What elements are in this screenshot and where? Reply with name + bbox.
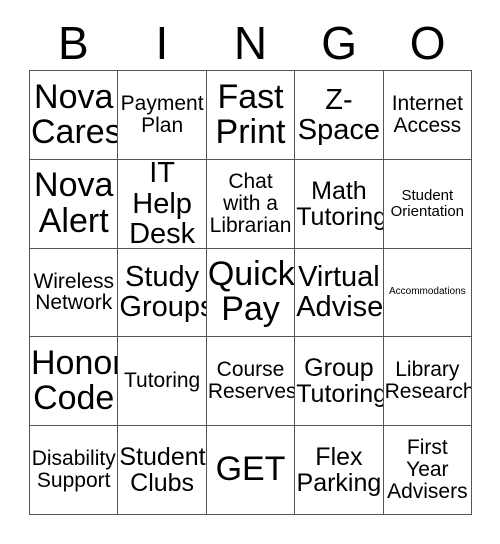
bingo-cell[interactable]: GET <box>206 426 296 515</box>
bingo-cell[interactable]: Student Orientation <box>383 159 473 249</box>
bingo-cell-label: Group Tutoring <box>296 354 384 409</box>
bingo-cell-label: Virtual Adviser <box>296 261 384 324</box>
bingo-cell[interactable]: Flex Parking <box>295 426 384 515</box>
bingo-card: B I N G O Nova Cares Payment Plan Fast P… <box>0 0 500 544</box>
bingo-cell-label: Internet Access <box>391 92 463 137</box>
bingo-cell[interactable]: Z- Space <box>295 71 384 160</box>
bingo-cell-label: Tutoring <box>123 369 201 393</box>
header-letter-g: G <box>321 17 357 69</box>
bingo-cell[interactable]: Internet Access <box>383 71 473 160</box>
bingo-cell[interactable]: Fast Print <box>206 71 296 160</box>
bingo-cell-label: Library Research <box>384 358 473 404</box>
bingo-cell-label: Fast Print <box>215 77 286 151</box>
bingo-row: Wireless Network Study Groups Quick Pay … <box>30 248 473 338</box>
bingo-cell-label: Flex Parking <box>296 443 382 498</box>
header-letter-o: O <box>409 17 446 69</box>
bingo-cell[interactable]: IT Help Desk <box>118 159 207 249</box>
bingo-cell-label: Nova Cares <box>31 77 119 151</box>
bingo-cell-label: First Year Advisers <box>387 436 468 503</box>
bingo-row: Disability Support Student Clubs GET Fle… <box>30 426 473 515</box>
bingo-grid: Nova Cares Payment Plan Fast Print Z- Sp… <box>29 70 473 515</box>
bingo-cell[interactable]: Course Reserves <box>206 337 296 427</box>
bingo-cell-label: Wireless Network <box>33 269 114 315</box>
bingo-cell-label: Honor Code <box>31 343 119 418</box>
bingo-cell-label: Accommodations <box>388 286 466 298</box>
bingo-cell[interactable]: Math Tutoring <box>295 159 384 249</box>
bingo-cell-label: Student Orientation <box>390 187 465 220</box>
bingo-cell-label: Study Groups <box>119 261 207 324</box>
bingo-cell[interactable]: Quick Pay <box>206 248 296 338</box>
bingo-cell[interactable]: Student Clubs <box>118 426 207 515</box>
bingo-cell-label: Student Clubs <box>119 443 206 498</box>
header-letter-n: N <box>233 17 268 69</box>
header-letter-b: B <box>57 17 89 69</box>
bingo-cell-label: Disability Support <box>31 447 116 493</box>
bingo-cell[interactable]: Nova Cares <box>30 71 119 160</box>
bingo-cell-label: Quick Pay <box>207 255 295 329</box>
bingo-row: Nova Alert IT Help Desk Chat with a Libr… <box>30 159 473 249</box>
bingo-cell[interactable]: First Year Advisers <box>383 426 473 515</box>
bingo-row: Honor Code Tutoring Course Reserves Grou… <box>30 337 473 427</box>
bingo-cell-label: Course Reserves <box>207 358 296 404</box>
bingo-cell-label: IT Help Desk <box>129 159 196 249</box>
bingo-cell[interactable]: Disability Support <box>30 426 119 515</box>
bingo-header: B I N G O <box>29 16 472 70</box>
header-letter-i: I <box>155 17 169 69</box>
bingo-row: Nova Cares Payment Plan Fast Print Z- Sp… <box>30 71 473 160</box>
bingo-cell[interactable]: Library Research <box>383 337 473 427</box>
bingo-cell-label: GET <box>215 450 286 489</box>
bingo-cell[interactable]: Study Groups <box>118 248 207 338</box>
bingo-cell-label: Nova Alert <box>34 166 114 240</box>
bingo-cell-label: Math Tutoring <box>296 176 384 231</box>
bingo-cell-label: Z- Space <box>297 83 381 146</box>
bingo-cell[interactable]: Payment Plan <box>118 71 207 160</box>
bingo-cell[interactable]: Group Tutoring <box>295 337 384 427</box>
bingo-cell-label: Chat with a Librarian <box>209 169 292 237</box>
bingo-cell[interactable]: Honor Code <box>30 337 119 427</box>
bingo-cell[interactable]: Wireless Network <box>30 248 119 338</box>
bingo-cell[interactable]: Nova Alert <box>30 159 119 249</box>
bingo-cell[interactable]: Tutoring <box>118 337 207 427</box>
bingo-cell[interactable]: Chat with a Librarian <box>206 159 296 249</box>
bingo-cell[interactable]: Virtual Adviser <box>295 248 384 338</box>
bingo-cell[interactable]: Accommodations <box>383 248 473 338</box>
bingo-cell-label: Payment Plan <box>120 92 204 137</box>
